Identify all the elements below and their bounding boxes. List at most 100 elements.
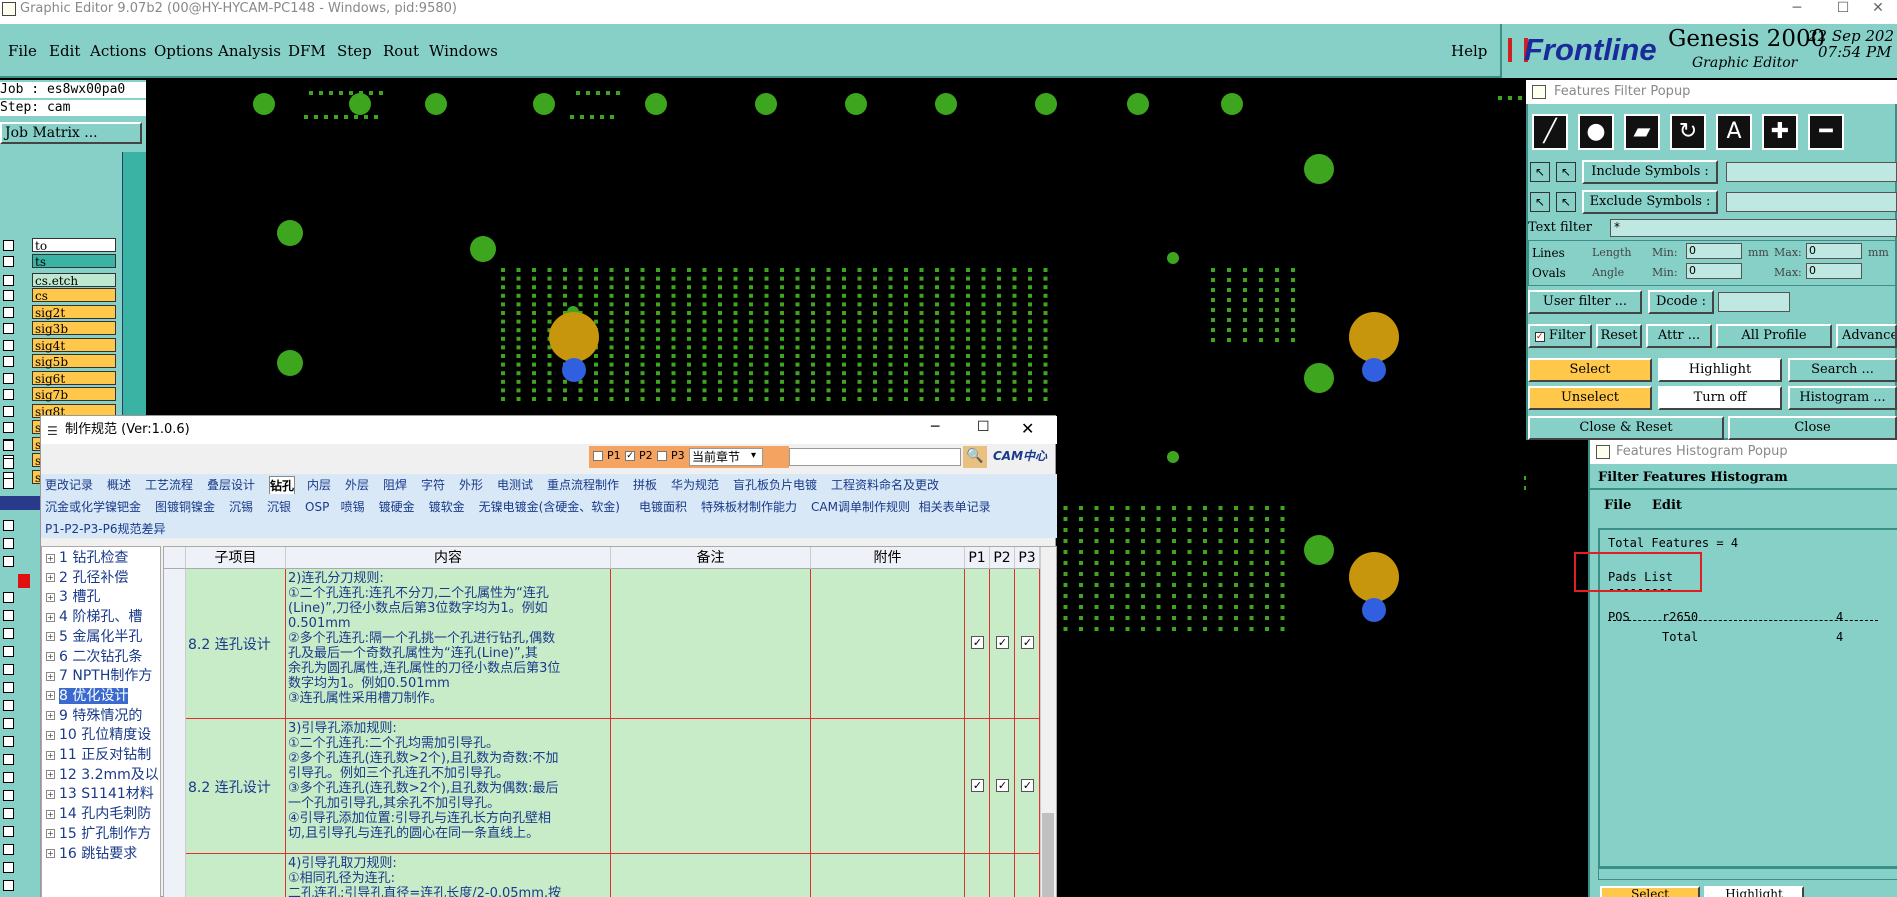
tree-node[interactable]: +2 孔径补偿 bbox=[46, 569, 128, 587]
spec-maximize-button[interactable]: ☐ bbox=[977, 419, 990, 435]
tree-node[interactable]: +15 扩孔制作方 bbox=[46, 825, 151, 843]
layer-checkbox[interactable] bbox=[3, 790, 14, 801]
menu-analysis[interactable]: Analysis bbox=[218, 42, 281, 60]
tree-node[interactable]: +12 3.2mm及以 bbox=[46, 766, 159, 784]
tree-node[interactable]: +16 跳钻要求 bbox=[46, 845, 137, 863]
col-header[interactable]: 子项目 bbox=[186, 547, 286, 569]
profile-dropdown[interactable]: All Profile bbox=[1716, 324, 1832, 348]
angle-min-field[interactable]: 0 bbox=[1686, 263, 1742, 279]
text-filter-field[interactable]: * bbox=[1610, 219, 1897, 237]
highlight-button[interactable]: Highlight bbox=[1658, 358, 1782, 382]
expand-icon[interactable]: + bbox=[46, 711, 55, 721]
pad-filter-icon[interactable]: ● bbox=[1578, 114, 1614, 150]
tab-tabs1-0[interactable]: 更改记录 bbox=[45, 476, 93, 494]
angle-toggle[interactable]: Angle bbox=[1592, 266, 1624, 279]
tab-tabs1-14[interactable]: 盲孔板负片电镀 bbox=[733, 476, 817, 494]
p3-row-checkbox[interactable]: ✓ bbox=[1021, 778, 1034, 792]
expand-icon[interactable]: + bbox=[46, 829, 55, 839]
p2-row-checkbox[interactable]: ✓ bbox=[996, 778, 1009, 792]
minimize-button[interactable]: ─ bbox=[1777, 0, 1817, 22]
tab-tabs2-1[interactable]: 图镀铜镍金 bbox=[155, 498, 215, 516]
menu-rout[interactable]: Rout bbox=[383, 42, 419, 60]
tree-node[interactable]: +4 阶梯孔、槽 bbox=[46, 608, 142, 626]
expand-icon[interactable]: + bbox=[46, 730, 55, 740]
length-toggle[interactable]: Length bbox=[1592, 246, 1631, 259]
reset-button[interactable]: Reset bbox=[1596, 324, 1642, 348]
p2-row-checkbox[interactable]: ✓ bbox=[996, 636, 1009, 649]
layer-checkbox[interactable] bbox=[3, 736, 14, 747]
tab-tabs1-9[interactable]: 外形 bbox=[459, 476, 483, 494]
tab-tabs2-11[interactable]: CAM调单制作规则 bbox=[811, 498, 910, 516]
tree-node[interactable]: +10 孔位精度设 bbox=[46, 726, 151, 744]
layer-checkbox[interactable] bbox=[3, 754, 14, 765]
histogram-file-menu[interactable]: File bbox=[1604, 498, 1631, 513]
menu-actions[interactable]: Actions bbox=[90, 42, 146, 60]
layer-checkbox[interactable] bbox=[3, 844, 14, 855]
layer-checkbox[interactable] bbox=[3, 405, 14, 417]
search-button[interactable]: Search ... bbox=[1788, 358, 1897, 382]
pointer-icon[interactable]: ↖ bbox=[1530, 162, 1550, 182]
expand-icon[interactable]: + bbox=[46, 691, 55, 701]
tab-tabs1-7[interactable]: 阻焊 bbox=[383, 476, 407, 494]
menu-edit[interactable]: Edit bbox=[49, 42, 80, 60]
tab-tabs2-10[interactable]: 特殊板材制作能力 bbox=[701, 498, 797, 516]
layer-checkbox[interactable] bbox=[3, 478, 14, 489]
layer-checkbox[interactable] bbox=[3, 389, 14, 400]
p1-checkbox[interactable] bbox=[593, 451, 603, 461]
tab-tabs2-3[interactable]: 沉银 bbox=[267, 498, 291, 516]
layer-checkbox[interactable] bbox=[3, 339, 14, 351]
tab-tabs1-3[interactable]: 叠层设计 bbox=[207, 476, 255, 494]
include-symbols-field[interactable] bbox=[1726, 162, 1897, 182]
layer-sig3b[interactable]: sig3b bbox=[32, 321, 116, 336]
layer-checkbox[interactable] bbox=[3, 772, 14, 783]
expand-icon[interactable]: + bbox=[46, 632, 55, 642]
tab-tabs1-8[interactable]: 字符 bbox=[421, 476, 445, 494]
spec-close-button[interactable]: ✕ bbox=[1021, 419, 1034, 438]
tab-tabs2-7[interactable]: 镀软金 bbox=[429, 498, 465, 516]
select-button[interactable]: Select bbox=[1528, 358, 1652, 382]
menu-dfm[interactable]: DFM bbox=[288, 42, 326, 60]
layer-checkbox[interactable] bbox=[3, 880, 14, 891]
close-filter-button[interactable]: Close bbox=[1728, 416, 1897, 440]
tab-tabs1-13[interactable]: 华为规范 bbox=[671, 476, 719, 494]
layer-checkbox[interactable] bbox=[3, 826, 14, 837]
add-icon[interactable]: ✚ bbox=[1762, 114, 1798, 150]
table-row[interactable]: 4)引导孔取刀规则: ①相同孔径为连孔: 二孔连孔:引导孔直径=连孔长度/2-0.0… bbox=[186, 854, 1040, 897]
tab-tabs1-12[interactable]: 拼板 bbox=[633, 476, 657, 494]
table-vscroll-thumb[interactable] bbox=[1042, 813, 1054, 897]
angle-max-field[interactable]: 0 bbox=[1806, 263, 1862, 279]
expand-icon[interactable]: + bbox=[46, 849, 55, 858]
layer-checkbox[interactable] bbox=[3, 610, 14, 621]
user-filter-button[interactable]: User filter ... bbox=[1528, 290, 1642, 314]
expand-icon[interactable]: + bbox=[46, 789, 55, 799]
histogram-edit-menu[interactable]: Edit bbox=[1652, 498, 1682, 513]
layer-sig7b[interactable]: sig7b bbox=[32, 387, 116, 402]
layer-sig5b[interactable]: sig5b bbox=[32, 354, 116, 369]
col-header[interactable]: 附件 bbox=[811, 547, 965, 569]
p1-row-checkbox[interactable]: ✓ bbox=[971, 778, 984, 792]
layer-checkbox[interactable] bbox=[3, 323, 14, 334]
expand-icon[interactable]: + bbox=[46, 612, 55, 622]
menu-windows[interactable]: Windows bbox=[429, 42, 498, 60]
tab-tabs2-9[interactable]: 电镀面积 bbox=[639, 498, 687, 516]
length-min-field[interactable]: 0 bbox=[1686, 243, 1742, 259]
close-button[interactable]: ✕ bbox=[1858, 0, 1897, 22]
expand-icon[interactable]: + bbox=[46, 573, 55, 583]
tab-tabs3-0[interactable]: P1-P2-P3-P6规范差异 bbox=[45, 520, 165, 538]
layer-checkbox[interactable] bbox=[3, 306, 14, 318]
search-input[interactable] bbox=[789, 448, 961, 466]
p2-checkbox[interactable]: ✓ bbox=[625, 451, 635, 461]
layer-checkbox[interactable] bbox=[3, 700, 14, 711]
tree-node[interactable]: +11 正反对钻制 bbox=[46, 746, 151, 764]
layer-checkbox[interactable] bbox=[3, 372, 14, 384]
tree-node[interactable]: +1 钻孔检查 bbox=[46, 549, 128, 567]
tab-tabs1-5[interactable]: 内层 bbox=[307, 476, 331, 494]
expand-icon[interactable]: + bbox=[46, 809, 55, 819]
layer-checkbox[interactable] bbox=[3, 290, 14, 301]
exclude-symbols-field[interactable] bbox=[1726, 192, 1897, 212]
turn-off-button[interactable]: Turn off bbox=[1658, 386, 1782, 410]
histogram-highlight-button[interactable]: Highlight bbox=[1704, 886, 1804, 897]
layer-checkbox[interactable] bbox=[3, 440, 14, 451]
dcode-field[interactable] bbox=[1718, 292, 1790, 312]
expand-icon[interactable]: + bbox=[46, 652, 55, 661]
